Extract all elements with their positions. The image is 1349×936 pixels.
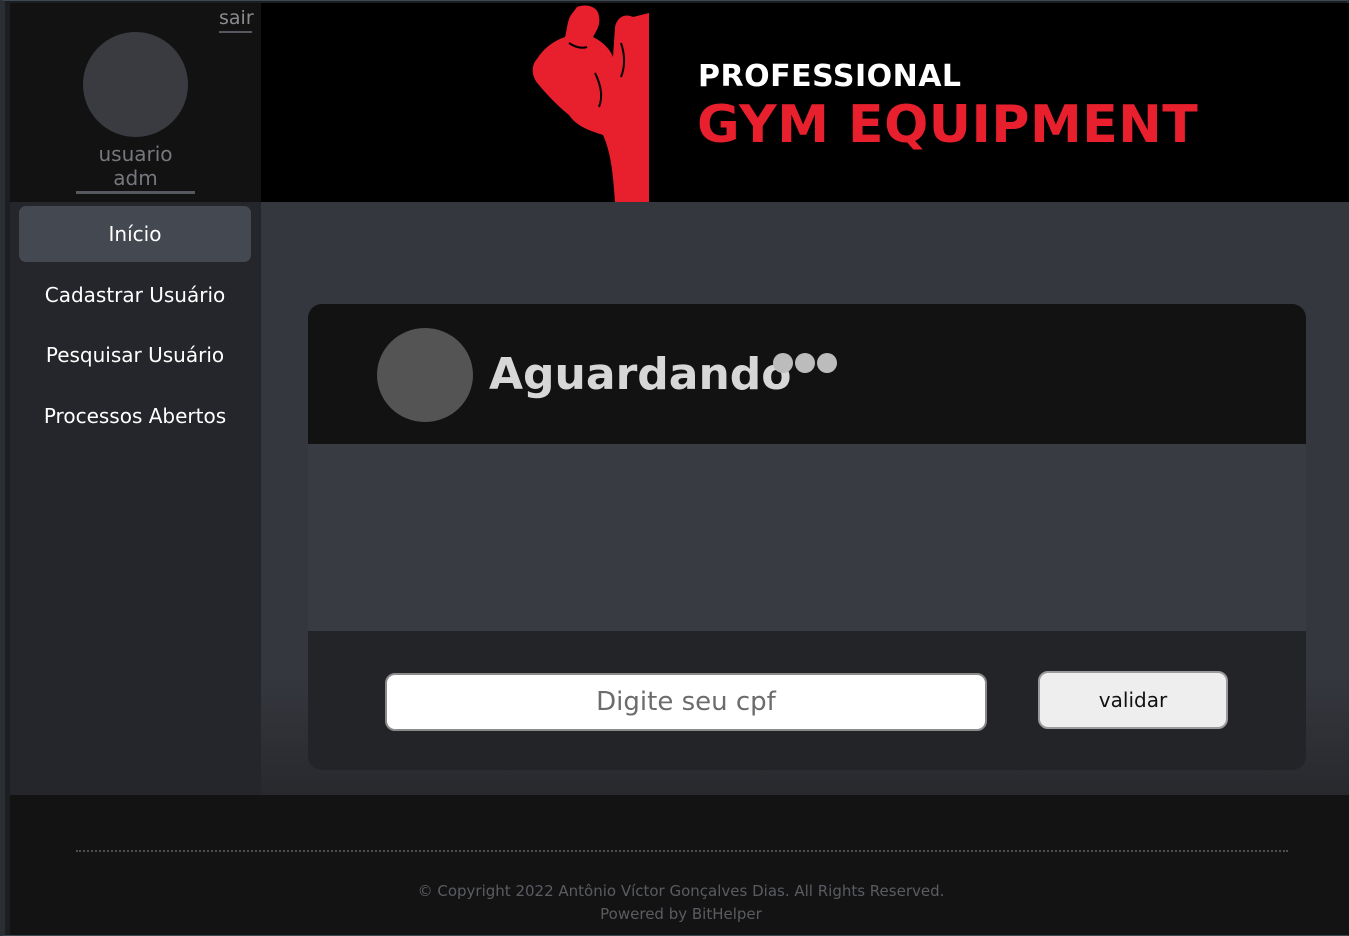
brand-tagline: PROFESSIONAL <box>698 59 962 94</box>
card-body <box>308 444 1306 631</box>
validate-button[interactable]: validar <box>1038 671 1228 729</box>
logout-link[interactable]: sair <box>219 7 254 33</box>
status-avatar <box>377 328 473 422</box>
sidebar-item-cadastrar-usuario[interactable]: Cadastrar Usuário <box>19 267 251 323</box>
status-text: Aguardando <box>489 349 792 400</box>
profile-panel: sair usuario adm <box>10 3 261 202</box>
brand-banner: PROFESSIONAL GYM EQUIPMENT <box>261 3 1349 202</box>
avatar <box>83 32 188 137</box>
validation-card: Aguardando validar <box>308 304 1306 770</box>
copyright-text: © Copyright 2022 Antônio Víctor Gonçalve… <box>417 882 945 900</box>
loading-dots-icon <box>773 353 839 377</box>
username-label: usuario adm <box>76 142 195 194</box>
bodybuilder-silhouette-icon <box>532 5 649 202</box>
main-content: Aguardando validar <box>261 202 1349 795</box>
powered-by-text: Powered by BitHelper <box>600 905 762 923</box>
card-header: Aguardando <box>308 304 1306 444</box>
app-window: sair usuario adm Início Cadastrar Usuári… <box>0 0 1349 936</box>
sidebar-item-inicio[interactable]: Início <box>19 206 251 262</box>
dot <box>795 353 815 373</box>
dot <box>773 353 793 373</box>
sidebar-item-pesquisar-usuario[interactable]: Pesquisar Usuário <box>19 327 251 383</box>
dot <box>817 353 837 373</box>
sidebar-nav: Início Cadastrar Usuário Pesquisar Usuár… <box>10 202 261 795</box>
card-footer: validar <box>308 631 1306 770</box>
footer-divider <box>76 850 1288 852</box>
page-footer: © Copyright 2022 Antônio Víctor Gonçalve… <box>10 795 1349 935</box>
sidebar-item-processos-abertos[interactable]: Processos Abertos <box>19 388 251 444</box>
cpf-input[interactable] <box>385 673 987 731</box>
brand-name: GYM EQUIPMENT <box>697 95 1199 155</box>
